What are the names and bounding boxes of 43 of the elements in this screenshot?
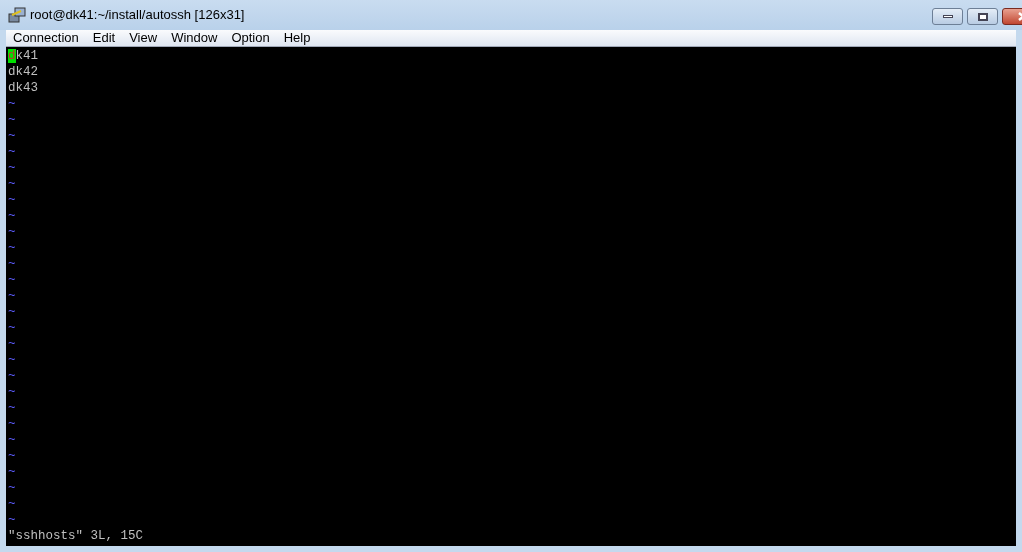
window-title: root@dk41:~/install/autossh [126x31] [30,6,245,25]
empty-line-marker: ~ [8,240,16,256]
empty-line-marker: ~ [8,368,16,384]
empty-line-marker: ~ [8,304,16,320]
empty-line-marker: ~ [8,176,16,192]
empty-line-marker: ~ [8,128,16,144]
empty-line-marker: ~ [8,144,16,160]
terminal-line: dk42 [8,64,38,80]
menu-item[interactable]: Option [224,30,277,46]
maximize-icon [977,12,988,21]
empty-line-marker: ~ [8,256,16,272]
menu-item[interactable]: Connection [6,30,86,46]
minimize-button[interactable] [932,8,963,25]
empty-line-marker: ~ [8,496,16,512]
terminal-app-icon [8,7,26,23]
empty-line-marker: ~ [8,112,16,128]
empty-line-marker: ~ [8,208,16,224]
empty-line-marker: ~ [8,432,16,448]
empty-line-marker: ~ [8,480,16,496]
empty-line-marker: ~ [8,448,16,464]
empty-line-marker: ~ [8,288,16,304]
empty-line-marker: ~ [8,224,16,240]
minimize-icon [942,15,953,18]
status-line: "sshhosts" 3L, 15C [8,528,144,544]
empty-line-marker: ~ [8,384,16,400]
maximize-button[interactable] [967,8,998,25]
terminal-line: dk41 [8,48,39,64]
empty-line-marker: ~ [8,464,16,480]
empty-line-marker: ~ [8,512,16,528]
menu-item[interactable]: View [122,30,165,46]
menu-item[interactable]: Help [276,30,318,46]
empty-line-marker: ~ [8,160,16,176]
menu-item[interactable]: Edit [85,30,123,46]
empty-line-marker: ~ [8,416,16,432]
empty-line-marker: ~ [8,352,16,368]
terminal-line: dk43 [8,80,38,96]
empty-line-marker: ~ [8,192,16,208]
menu-item[interactable]: Window [164,30,225,46]
empty-line-marker: ~ [8,96,16,112]
empty-line-marker: ~ [8,336,16,352]
empty-line-marker: ~ [8,272,16,288]
empty-line-marker: ~ [8,320,16,336]
empty-line-marker: ~ [8,400,16,416]
